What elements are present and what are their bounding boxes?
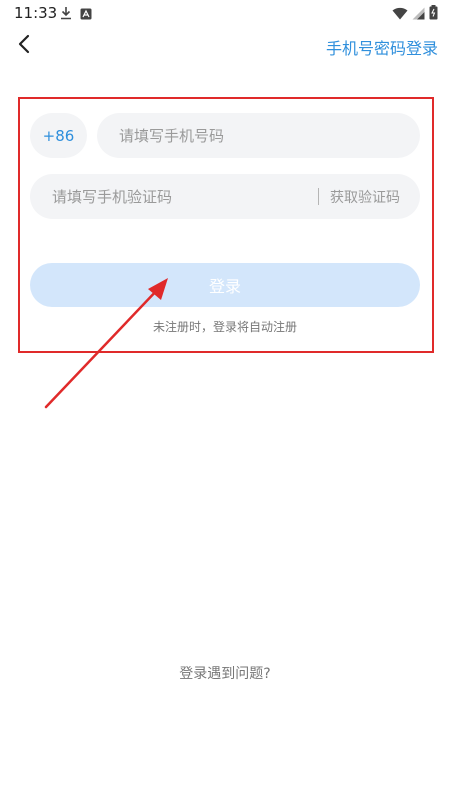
phone-number-input[interactable]	[97, 113, 420, 158]
wifi-icon	[392, 5, 408, 24]
battery-icon	[429, 5, 438, 24]
auto-register-note: 未注册时，登录将自动注册	[152, 320, 297, 334]
app-notification-icon	[80, 5, 92, 24]
country-code-selector[interactable]: +86	[30, 113, 87, 158]
status-time: 11:33	[14, 4, 58, 22]
login-help-link[interactable]: 登录遇到问题?	[0, 663, 450, 683]
password-login-link[interactable]: 手机号密码登录	[326, 35, 438, 59]
get-code-button[interactable]: 获取验证码	[330, 187, 400, 207]
download-icon	[60, 5, 72, 24]
signal-icon	[412, 5, 425, 24]
verification-code-field: 获取验证码	[30, 174, 420, 219]
divider	[318, 188, 319, 205]
status-left-icons	[60, 5, 92, 24]
back-button[interactable]	[10, 32, 38, 60]
chevron-left-icon	[17, 34, 31, 58]
status-right-icons	[392, 5, 438, 24]
verification-code-input[interactable]	[30, 174, 310, 219]
login-button[interactable]: 登录	[30, 263, 420, 307]
status-bar: 11:33	[0, 0, 450, 26]
